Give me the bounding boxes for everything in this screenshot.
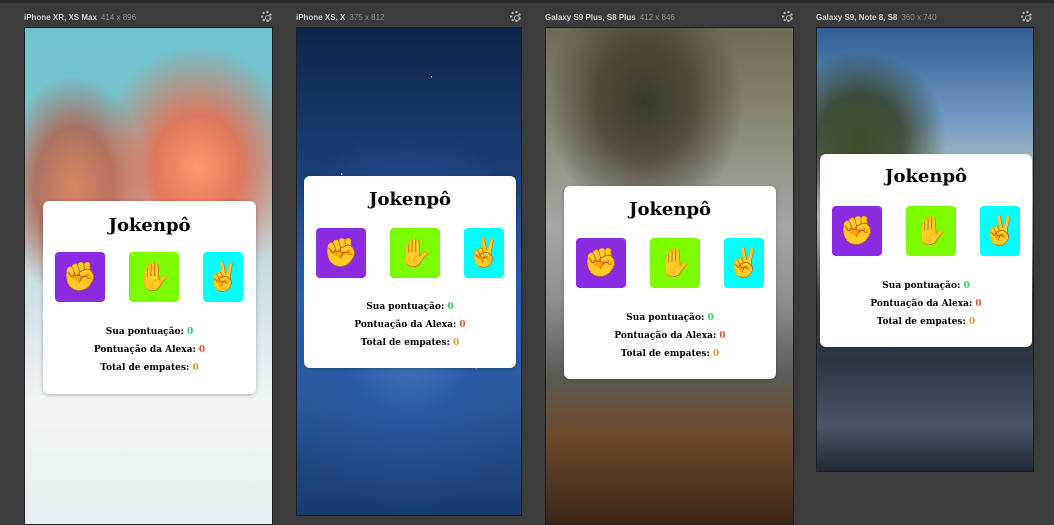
device-size: 412 x 846 [639, 13, 675, 22]
rock-button[interactable]: ✊ [832, 206, 882, 256]
alexa-score-value: 0 [975, 299, 982, 309]
player-score-value: 0 [447, 302, 454, 312]
alexa-score-label: Pontuação da Alexa: [93, 345, 196, 355]
alexa-score-value: 0 [719, 331, 726, 341]
player-score-value: 0 [707, 313, 714, 323]
fist-icon: ✊ [839, 214, 875, 247]
paper-button[interactable]: ✋ [650, 238, 700, 288]
device-screen-iphone-xs: Jokenpô ✊ ✋ ✌ Sua pontuação: 0 Pontuação… [296, 27, 522, 516]
hand-icon: ✋ [397, 236, 433, 269]
player-score-label: Sua pontuação: [366, 302, 445, 312]
device-name: iPhone XR, XS Max [24, 13, 97, 22]
player-score-label: Sua pontuação: [626, 313, 705, 323]
top-divider [0, 0, 1054, 3]
player-score-value: 0 [963, 281, 970, 291]
victory-hand-icon: ✌ [205, 260, 241, 293]
victory-hand-icon: ✌ [466, 236, 502, 269]
alexa-score-label: Pontuação da Alexa: [354, 320, 457, 330]
rock-button[interactable]: ✊ [316, 228, 366, 278]
player-score-label: Sua pontuação: [105, 327, 184, 337]
ties-label: Total de empates: [360, 338, 450, 348]
scissors-button[interactable]: ✌ [724, 238, 764, 288]
device-screen-galaxy-s9: Jokenpô ✊ ✋ ✌ Sua pontuação: 0 Pontuação… [816, 27, 1034, 472]
gear-icon[interactable] [782, 11, 793, 22]
paper-button[interactable]: ✋ [129, 252, 179, 302]
player-score-label: Sua pontuação: [882, 281, 961, 291]
gear-icon[interactable] [510, 11, 521, 22]
ties-label: Total de empates: [100, 363, 190, 373]
victory-hand-icon: ✌ [726, 246, 762, 279]
hand-icon: ✋ [913, 214, 949, 247]
device-size: 375 x 812 [349, 13, 385, 22]
player-score: Sua pontuação: 0 [304, 302, 516, 312]
device-label-iphone-xs: iPhone XS, X 375 x 812 [296, 13, 384, 22]
scissors-button[interactable]: ✌ [464, 228, 504, 278]
gear-icon[interactable] [1021, 11, 1032, 22]
ties-total: Total de empates: 0 [820, 317, 1032, 327]
rock-button[interactable]: ✊ [576, 238, 626, 288]
ties-value: 0 [192, 363, 199, 373]
game-card: Jokenpô ✊ ✋ ✌ Sua pontuação: 0 Pontuação… [304, 176, 516, 368]
alexa-score: Pontuação da Alexa: 0 [564, 331, 776, 341]
player-score: Sua pontuação: 0 [43, 327, 256, 337]
player-score: Sua pontuação: 0 [820, 281, 1032, 291]
device-size: 414 x 896 [100, 13, 137, 22]
victory-hand-icon: ✌ [982, 214, 1018, 247]
ties-total: Total de empates: 0 [564, 349, 776, 359]
ties-value: 0 [712, 349, 720, 359]
device-screen-iphone-xr: Jokenpô ✊ ✋ ✌ Sua pontuação: 0 Pontuação… [24, 27, 273, 525]
game-title: Jokenpô [368, 189, 452, 210]
fist-icon: ✊ [583, 246, 619, 279]
player-score: Sua pontuação: 0 [564, 313, 776, 323]
player-score-value: 0 [186, 327, 194, 337]
device-name: Galaxy S9 Plus, S8 Plus [545, 13, 636, 22]
device-label-galaxy-s9-plus: Galaxy S9 Plus, S8 Plus 412 x 846 [545, 13, 675, 22]
alexa-score-label: Pontuação da Alexa: [870, 299, 973, 309]
scissors-button[interactable]: ✌ [203, 252, 243, 302]
alexa-score: Pontuação da Alexa: 0 [304, 320, 516, 330]
game-title: Jokenpô [884, 166, 968, 187]
rock-button[interactable]: ✊ [55, 252, 105, 302]
ties-total: Total de empates: 0 [304, 338, 516, 348]
paper-button[interactable]: ✋ [906, 206, 956, 256]
ties-value: 0 [452, 338, 460, 348]
fist-icon: ✊ [323, 236, 359, 269]
paper-button[interactable]: ✋ [390, 228, 440, 278]
game-title: Jokenpô [628, 199, 712, 220]
device-name: iPhone XS, X [296, 13, 346, 22]
game-card: Jokenpô ✊ ✋ ✌ Sua pontuação: 0 Pontuação… [820, 154, 1032, 347]
device-size: 360 x 740 [901, 13, 937, 22]
alexa-score-value: 0 [459, 320, 466, 330]
device-label-iphone-xr: iPhone XR, XS Max 414 x 896 [24, 13, 136, 22]
hand-icon: ✋ [136, 260, 172, 293]
ties-total: Total de empates: 0 [43, 363, 256, 373]
fist-icon: ✊ [62, 260, 98, 293]
device-screen-galaxy-s9-plus: Jokenpô ✊ ✋ ✌ Sua pontuação: 0 Pontuação… [545, 27, 794, 525]
ties-label: Total de empates: [620, 349, 710, 359]
device-name: Galaxy S9, Note 8, S8 [816, 13, 898, 22]
device-label-galaxy-s9: Galaxy S9, Note 8, S8 360 x 740 [816, 13, 937, 22]
ties-value: 0 [968, 317, 976, 327]
scissors-button[interactable]: ✌ [980, 206, 1020, 256]
gear-icon[interactable] [261, 11, 272, 22]
alexa-score-value: 0 [198, 345, 206, 355]
alexa-score-label: Pontuação da Alexa: [614, 331, 717, 341]
game-card: Jokenpô ✊ ✋ ✌ Sua pontuação: 0 Pontuação… [43, 201, 256, 394]
game-title: Jokenpô [108, 215, 191, 236]
ties-label: Total de empates: [876, 317, 966, 327]
hand-icon: ✋ [657, 246, 693, 279]
game-card: Jokenpô ✊ ✋ ✌ Sua pontuação: 0 Pontuação… [564, 186, 776, 379]
alexa-score: Pontuação da Alexa: 0 [820, 299, 1032, 309]
alexa-score: Pontuação da Alexa: 0 [43, 345, 256, 355]
